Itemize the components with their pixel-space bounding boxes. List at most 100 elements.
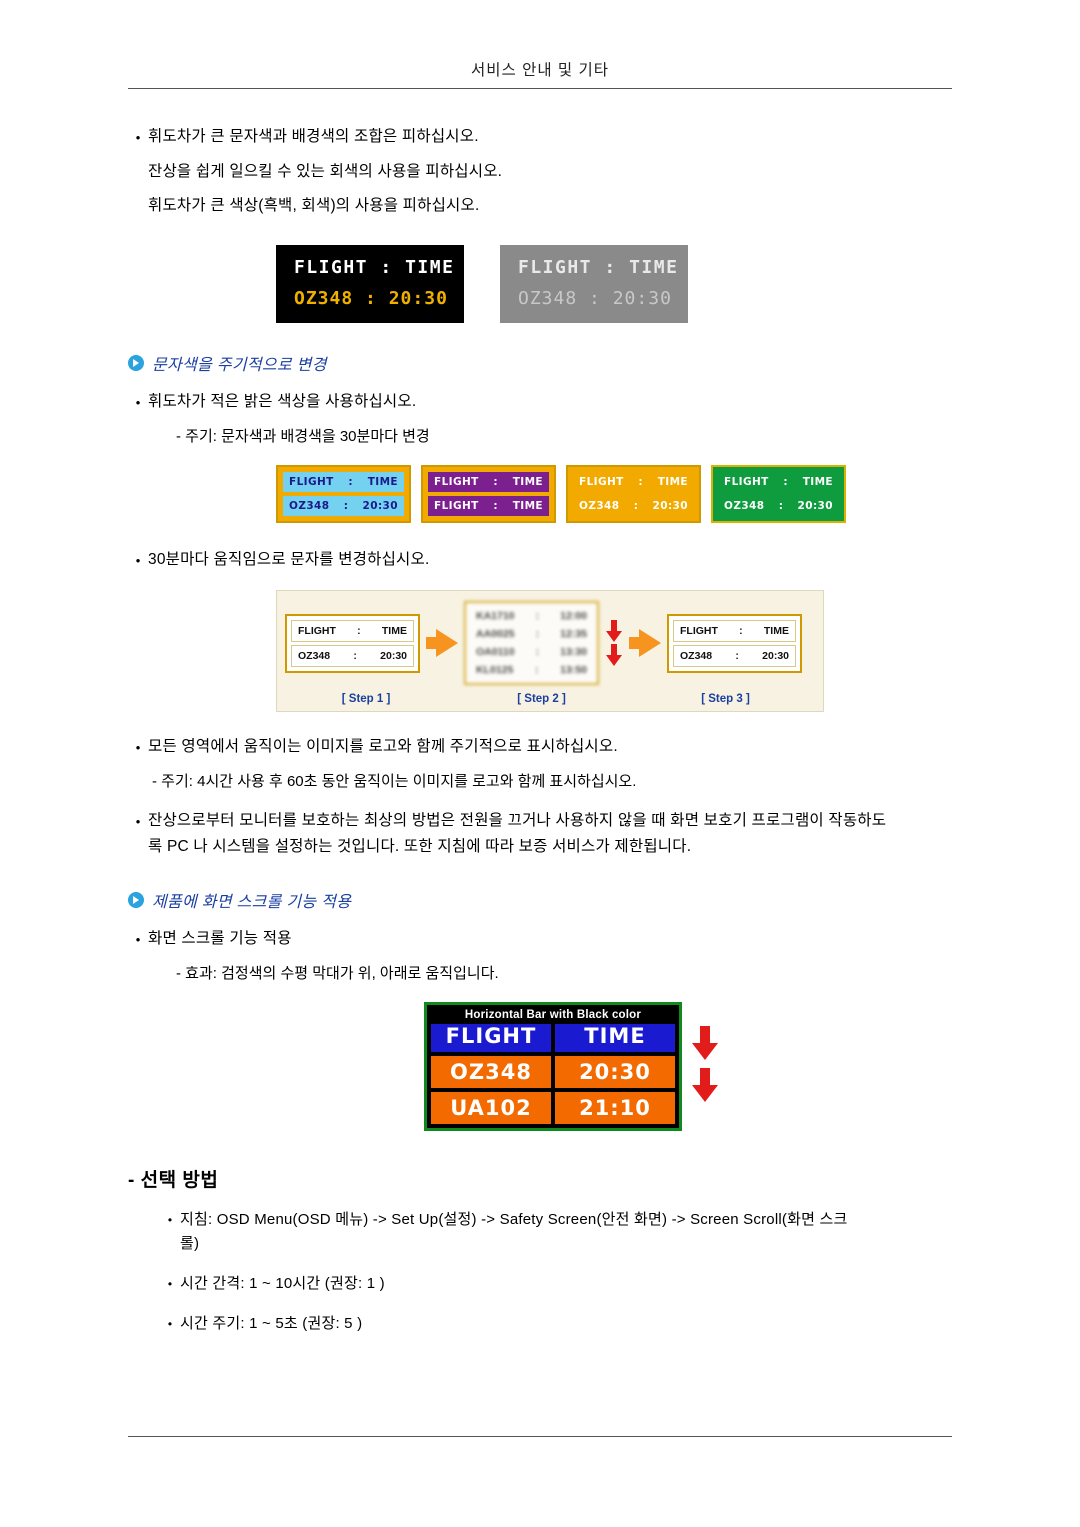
scroll-row-3-right: 21:10 [555,1092,675,1124]
board-black-row2: OZ348 : 20:30 [276,288,464,309]
mini-board-purple-row2: FLIGHT : TIME [428,496,549,516]
step2-caption: [ Step 2 ] [517,693,566,705]
mini-board-purple-row1-label: FLIGHT [434,476,479,488]
down-arrow-group [605,620,623,666]
mini-board-orange-row2-label: OZ348 [579,500,620,512]
step1-row1-value: TIME [381,624,407,637]
section3-bullet-text: 모든 영역에서 움직이는 이미지를 로고와 함께 주기적으로 표시하십시오. [148,738,618,755]
step2-row1-sep: : [535,610,540,622]
scroll-row-2-left: OZ348 [431,1056,551,1088]
document-page: 서비스 안내 및 기타 • 휘도차가 큰 문자색과 배경색의 조합은 피하십시오… [0,0,1080,1527]
board-gray: FLIGHT : TIME OZ348 : 20:30 [500,245,688,323]
step1-board: FLIGHT : TIME OZ348 : 20:30 [285,613,420,673]
bullet-icon: • [135,932,141,947]
step2-row2: AA0025 : 12:35 [470,625,593,643]
step2-row1: KA1710 : 12:00 [470,607,593,625]
section-heading-color-change: 문자색을 주기적으로 변경 [128,351,952,375]
step1-row1-label: FLIGHT [298,624,336,637]
mini-board-orange-row1-label: FLIGHT [579,476,624,488]
bullet-icon: • [135,740,141,755]
scroll-row-3: UA102 21:10 [427,1092,679,1128]
scroll-row-2: OZ348 20:30 [427,1056,679,1092]
mini-board-purple-row2-label: FLIGHT [434,500,479,512]
step2-board: KA1710 : 12:00 AA0025 : 12:35 OA0110 : 1… [464,601,599,685]
mini-board-cyan: FLIGHT : TIME OZ348 : 20:30 [276,465,411,523]
bullet-icon: • [135,395,141,410]
board-gray-row2-label: OZ348 [518,288,578,309]
step2-row3: OA0110 : 13:30 [470,643,593,661]
figure-contrast-boards: FLIGHT : TIME OZ348 : 20:30 FLIGHT : TIM… [276,245,952,323]
intro-bullet-1-text: 휘도차가 큰 문자색과 배경색의 조합은 피하십시오. [148,128,479,145]
scroll-row-1: FLIGHT TIME [427,1024,679,1056]
bullet-icon: • [135,553,141,568]
mini-board-cyan-row1-sep: : [348,476,354,488]
step3-row2: OZ348 : 20:30 [673,644,796,667]
board-black-row2-label: OZ348 [294,288,354,309]
mini-board-cyan-row2-value: 20:30 [362,500,398,512]
section-heading-screen-scroll: 제품에 화면 스크롤 기능 적용 [128,888,952,912]
bullet-icon: • [167,1277,173,1291]
header-divider [128,88,952,89]
selection-item-1-text: 지침: OSD Menu(OSD 메뉴) -> Set Up(설정) -> Sa… [180,1211,848,1252]
mini-board-green-row1: FLIGHT : TIME [718,472,839,492]
selection-item-1: • 지침: OSD Menu(OSD 메뉴) -> Set Up(설정) -> … [160,1208,952,1256]
section1-dash-text: - 주기: 문자색과 배경색을 30분마다 변경 [176,428,430,445]
mini-board-cyan-row2-sep: : [343,500,349,512]
intro-line-2: 잔상을 쉽게 일으킬 수 있는 회색의 사용을 피하십시오. [148,163,503,180]
scroll-row-1-right: TIME [555,1024,675,1052]
board-gray-row2-value: 20:30 [612,288,672,309]
arrow-right-2-stem [629,637,639,649]
mini-board-orange-row1: FLIGHT : TIME [573,472,694,492]
bullet-icon: • [167,1317,173,1331]
board-gray-row2: OZ348 : 20:30 [500,288,688,309]
step2-row2-sep: : [535,628,540,640]
mini-board-orange-row1-value: TIME [657,476,688,488]
mini-board-purple-row1: FLIGHT : TIME [428,472,549,492]
section4-bullet-text: 화면 스크롤 기능 적용 [148,930,292,947]
step3-row1-label: FLIGHT [680,624,718,637]
section-heading-color-change-text: 문자색을 주기적으로 변경 [152,357,327,374]
scroll-row-2-right: 20:30 [555,1056,675,1088]
step3-caption: [ Step 3 ] [701,693,750,705]
footer-divider [128,1436,952,1437]
step2-row3-sep: : [535,646,540,658]
mini-board-orange-row2: OZ348 : 20:30 [573,496,694,516]
step2-row4-value: 13:50 [560,664,587,676]
mini-board-green: FLIGHT : TIME OZ348 : 20:30 [711,465,846,523]
mini-board-cyan-row2: OZ348 : 20:30 [283,496,404,516]
mini-board-green-row2-sep: : [778,500,784,512]
scroll-row-1-left: FLIGHT [431,1024,551,1052]
down-arrow-1 [606,620,622,642]
mini-board-cyan-row1-label: FLIGHT [289,476,334,488]
down-arrow-icon-2 [692,1068,718,1102]
step1-caption: [ Step 1 ] [341,693,391,705]
selection-item-3: • 시간 주기: 1 ~ 5초 (권장: 5 ) [160,1312,952,1336]
board-gray-row1-sep: : [604,257,617,278]
mini-board-orange: FLIGHT : TIME OZ348 : 20:30 [566,465,701,523]
step2-row3-value: 13:30 [560,646,587,658]
section3-dash-text: - 주기: 4시간 사용 후 60초 동안 움직이는 이미지를 로고와 함께 표… [152,773,637,790]
section4-dash-text: - 효과: 검정색의 수평 막대가 위, 아래로 움직입니다. [176,965,499,982]
figure-step-sequence: FLIGHT : TIME OZ348 : 20:30 KA1710: 12:… [276,590,824,712]
step2-row3-label: OA0110 [476,646,515,658]
board-gray-row2-sep: : [589,288,601,309]
down-arrow-2 [606,644,622,666]
mini-board-green-row2-value: 20:30 [797,500,833,512]
mini-board-green-row1-label: FLIGHT [724,476,769,488]
mini-board-orange-row2-sep: : [633,500,639,512]
selection-method-heading: - 선택 방법 [128,1170,219,1191]
arrow-right-2 [629,629,661,657]
step1-row2: OZ348 : 20:30 [291,644,414,667]
step3-row1: FLIGHT : TIME [673,619,796,642]
bullet-icon: • [135,814,141,829]
intro-bullet-1: • 휘도차가 큰 문자색과 배경색의 조합은 피하십시오. [128,124,952,151]
step3-board: FLIGHT : TIME OZ348 : 20:30 [667,613,802,673]
board-black-row2-sep: : [365,288,377,309]
board-black-row1-sep: : [380,257,393,278]
step1-row2-sep: : [353,649,357,662]
arrow-bullet-icon [128,355,144,371]
section3-bullet-2-text: 잔상으로부터 모니터를 보호하는 최상의 방법은 전원을 끄거나 사용하지 않을… [148,812,887,855]
mini-board-cyan-row1-value: TIME [367,476,398,488]
step1-row1-sep: : [357,624,361,637]
step1-row1: FLIGHT : TIME [291,619,414,642]
